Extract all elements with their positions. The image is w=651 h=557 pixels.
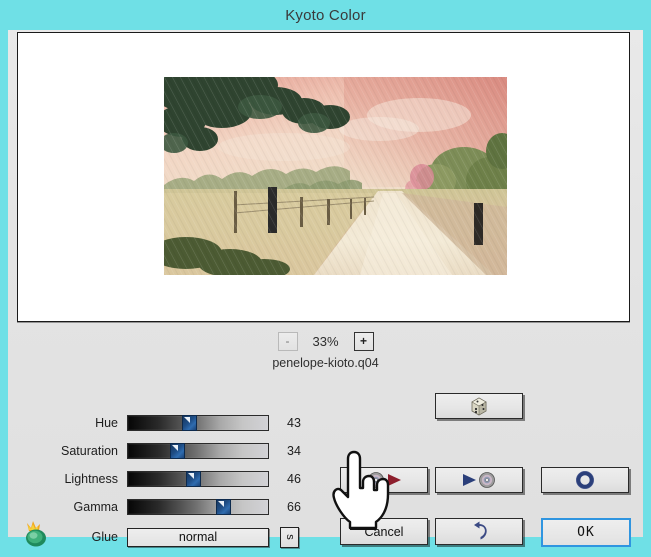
slider-value-gamma: 66 xyxy=(287,500,301,514)
slider-label-lightness: Lightness xyxy=(64,472,118,486)
glue-options-button[interactable]: s xyxy=(280,526,299,548)
zoom-in-button[interactable]: + xyxy=(353,331,374,351)
slider-value-saturation: 34 xyxy=(287,444,301,458)
slider-label-saturation: Saturation xyxy=(61,444,118,458)
slider-track-saturation[interactable] xyxy=(127,443,269,459)
slider-label-hue: Hue xyxy=(95,416,118,430)
randomize-button[interactable] xyxy=(435,393,523,419)
zoom-toolbar: - 33% + xyxy=(8,330,643,352)
reset-ring-button[interactable] xyxy=(541,467,629,493)
adjustment-controls: Hue 43 Saturation 34 Lightness 46 Gamma … xyxy=(8,382,643,548)
preview-play-button[interactable] xyxy=(435,467,523,493)
flame-leaf-logo xyxy=(26,521,46,547)
slider-row-saturation: Saturation 34 xyxy=(8,440,333,462)
slider-track-lightness[interactable] xyxy=(127,471,269,487)
slider-row-lightness: Lightness 46 xyxy=(8,468,333,490)
image-filename-label: penelope-kioto.q04 xyxy=(272,356,379,370)
undo-button[interactable] xyxy=(435,518,523,545)
cd-play-icon xyxy=(368,472,401,488)
slider-thumb-gamma[interactable] xyxy=(216,499,231,515)
apply-play-button[interactable] xyxy=(340,467,428,493)
slider-thumb-hue[interactable] xyxy=(182,415,197,431)
app-logo xyxy=(20,518,54,552)
slider-row-gamma: Gamma 66 xyxy=(8,496,333,518)
preview-artwork xyxy=(164,77,507,275)
zoom-level-value: 33% xyxy=(312,333,339,349)
title-bar: Kyoto Color xyxy=(0,0,651,30)
slider-track-hue[interactable] xyxy=(127,415,269,431)
window-title: Kyoto Color xyxy=(285,6,366,24)
slider-label-gamma: Gamma xyxy=(73,500,118,514)
undo-arrow-icon xyxy=(474,521,487,539)
image-preview-frame[interactable] xyxy=(17,32,630,322)
dice-icon xyxy=(471,397,487,416)
image-preview-canvas[interactable] xyxy=(164,77,507,275)
cancel-button[interactable]: Cancel xyxy=(340,518,428,545)
play-cd-icon xyxy=(463,472,495,488)
slider-row-hue: Hue 43 xyxy=(8,412,333,434)
ok-button[interactable]: OK xyxy=(541,518,631,547)
slider-track-gamma[interactable] xyxy=(127,499,269,515)
kyoto-color-window: Kyoto Color - 33% + penelope-kioto.q04 H… xyxy=(0,0,651,548)
zoom-out-button[interactable]: - xyxy=(277,331,298,351)
slider-value-lightness: 46 xyxy=(287,472,301,486)
slider-thumb-saturation[interactable] xyxy=(170,443,185,459)
blue-ring-icon xyxy=(575,470,595,490)
dialog-client-area: - 33% + penelope-kioto.q04 Hue 43 Satura… xyxy=(8,30,643,548)
slider-thumb-lightness[interactable] xyxy=(186,471,201,487)
slider-value-hue: 43 xyxy=(287,416,301,430)
glue-options-button-label: s xyxy=(283,534,296,540)
glue-mode-field[interactable]: normal xyxy=(127,527,269,547)
